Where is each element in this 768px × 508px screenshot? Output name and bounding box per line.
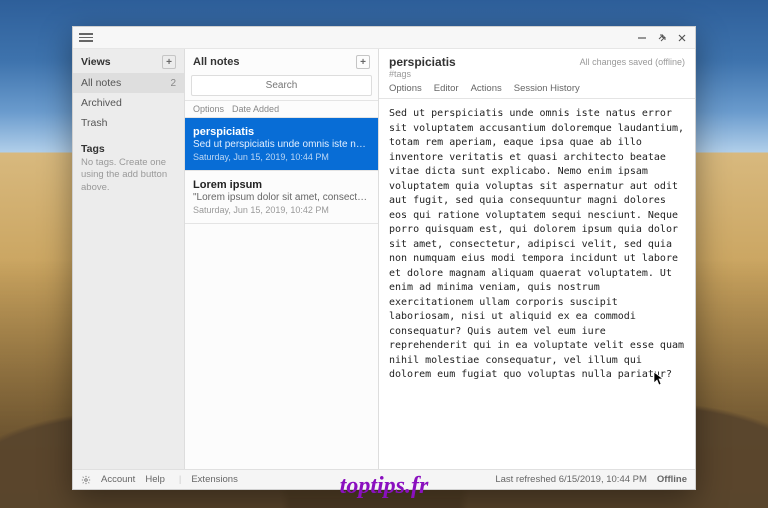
- sidebar-item-label: Archived: [81, 97, 122, 109]
- note-preview: Sed ut perspiciatis unde omnis iste natu…: [193, 139, 370, 150]
- note-card[interactable]: Lorem ipsum "Lorem ipsum dolor sit amet,…: [185, 171, 378, 224]
- minimize-button[interactable]: [635, 31, 649, 45]
- tags-header: Tags: [73, 133, 184, 157]
- account-link[interactable]: Account: [101, 474, 135, 485]
- close-button[interactable]: [675, 31, 689, 45]
- search-input[interactable]: [191, 75, 372, 96]
- tab-options[interactable]: Options: [389, 83, 422, 94]
- tab-session-history[interactable]: Session History: [514, 83, 580, 94]
- views-header: Views +: [73, 49, 184, 73]
- titlebar: [73, 27, 695, 49]
- note-list-title: All notes: [193, 56, 239, 68]
- note-list-options[interactable]: Options: [193, 104, 224, 114]
- note-preview: "Lorem ipsum dolor sit amet, consectetur: [193, 192, 370, 203]
- editor-body[interactable]: Sed ut perspiciatis unde omnis iste natu…: [379, 99, 695, 469]
- add-view-button[interactable]: +: [162, 55, 176, 69]
- tags-label: Tags: [81, 143, 105, 155]
- note-title: perspiciatis: [193, 126, 370, 138]
- offline-badge: Offline: [657, 474, 687, 485]
- gear-icon[interactable]: [81, 475, 91, 485]
- sidebar-item-label: Trash: [81, 117, 107, 129]
- status-bar: Account Help | Extensions Last refreshed…: [73, 469, 695, 489]
- editor-pane: perspiciatis #tags All changes saved (of…: [379, 49, 695, 469]
- sidebar-item-trash[interactable]: Trash: [73, 113, 184, 133]
- note-list: All notes + Options Date Added perspicia…: [185, 49, 379, 469]
- note-card[interactable]: perspiciatis Sed ut perspiciatis unde om…: [185, 118, 378, 171]
- tab-actions[interactable]: Actions: [471, 83, 502, 94]
- editor-tabs: Options Editor Actions Session History: [379, 83, 695, 99]
- search-container: [191, 75, 372, 96]
- last-refreshed-text: Last refreshed 6/15/2019, 10:44 PM: [495, 474, 647, 485]
- hamburger-menu-icon[interactable]: [79, 33, 93, 42]
- tab-editor[interactable]: Editor: [434, 83, 459, 94]
- sidebar-item-archived[interactable]: Archived: [73, 93, 184, 113]
- maximize-icon: [657, 33, 667, 43]
- mouse-cursor-icon: [653, 371, 665, 387]
- editor-title[interactable]: perspiciatis: [389, 55, 456, 69]
- sidebar-item-count: 2: [170, 78, 176, 89]
- sidebar: Views + All notes 2 Archived Trash Tags …: [73, 49, 185, 469]
- note-list-header: All notes +: [185, 49, 378, 75]
- extensions-link[interactable]: Extensions: [191, 474, 237, 485]
- sidebar-item-all-notes[interactable]: All notes 2: [73, 73, 184, 93]
- note-date: Saturday, Jun 15, 2019, 10:42 PM: [193, 205, 370, 215]
- sidebar-item-label: All notes: [81, 77, 121, 89]
- note-title: Lorem ipsum: [193, 179, 370, 191]
- editor-tags[interactable]: #tags: [389, 69, 456, 79]
- save-status: All changes saved (offline): [580, 57, 685, 67]
- tags-empty-message: No tags. Create one using the add button…: [73, 157, 184, 194]
- note-list-meta: Options Date Added: [185, 100, 378, 118]
- minimize-icon: [637, 33, 647, 43]
- note-list-sort[interactable]: Date Added: [232, 104, 279, 114]
- help-link[interactable]: Help: [145, 474, 165, 485]
- add-note-button[interactable]: +: [356, 55, 370, 69]
- note-date: Saturday, Jun 15, 2019, 10:44 PM: [193, 152, 370, 162]
- views-label: Views: [81, 56, 111, 68]
- close-icon: [677, 33, 687, 43]
- app-window: Views + All notes 2 Archived Trash Tags …: [72, 26, 696, 490]
- maximize-button[interactable]: [655, 31, 669, 45]
